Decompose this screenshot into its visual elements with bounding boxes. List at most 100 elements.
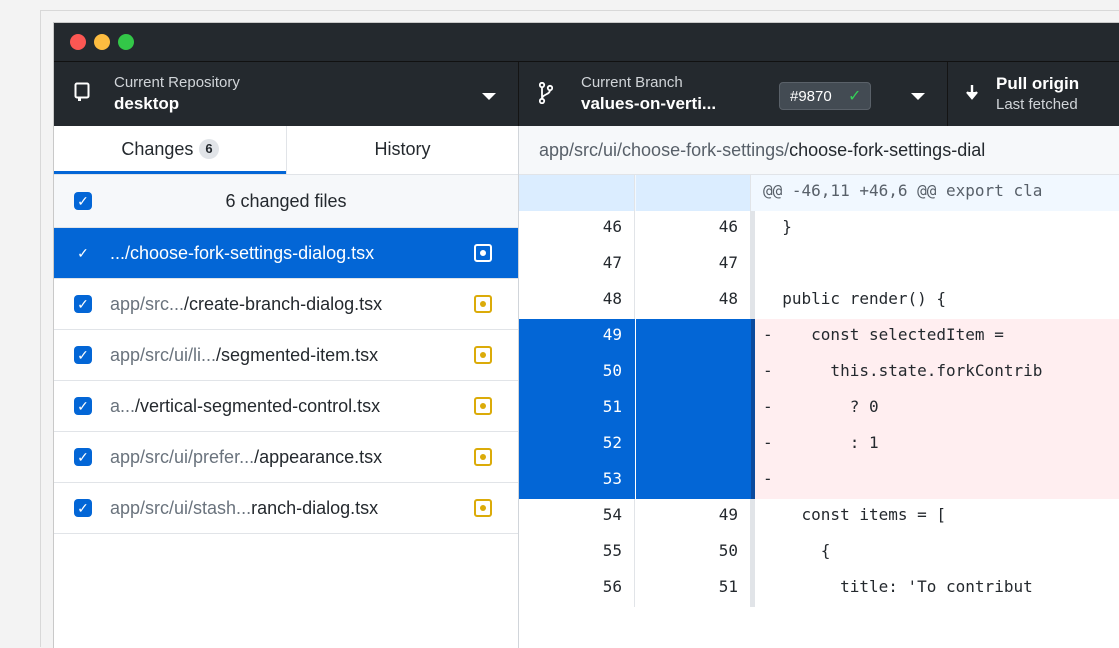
diff-line[interactable]: 50 - this.state.forkContrib xyxy=(519,355,1119,391)
changed-files-count: 6 changed files xyxy=(225,191,347,211)
diff-line[interactable]: 55 50 { xyxy=(519,535,1119,571)
current-repository-label: Current Repository xyxy=(114,74,240,91)
diff-line[interactable]: 51 - ? 0 xyxy=(519,391,1119,427)
old-line-number: 48 xyxy=(519,283,635,319)
file-row[interactable]: ✓ app/src.../create-branch-dialog.tsx xyxy=(54,279,518,330)
zoom-window-button[interactable] xyxy=(118,34,134,50)
diff-line[interactable]: 54 49 const items = [ xyxy=(519,499,1119,535)
old-line-number: 49 xyxy=(519,319,635,355)
new-line-number xyxy=(636,355,751,391)
diff-panel: app/src/ui/choose-fork-settings/choose-f… xyxy=(519,126,1119,648)
new-line-number xyxy=(636,319,751,355)
minimize-window-button[interactable] xyxy=(94,34,110,50)
old-line-number: 55 xyxy=(519,535,635,571)
code-text: - xyxy=(755,463,1119,499)
code-text: const items = [ xyxy=(763,505,947,524)
old-line-number: 46 xyxy=(519,211,635,247)
file-path: app/src.../create-branch-dialog.tsx xyxy=(110,294,383,314)
file-path-bar: app/src/ui/choose-fork-settings/choose-f… xyxy=(519,126,1119,175)
old-line-number: 52 xyxy=(519,427,635,463)
file-row[interactable]: ✓ app/src/ui/stash...ranch-dialog.tsx xyxy=(54,483,518,534)
branch-icon xyxy=(538,81,554,109)
file-row[interactable]: ✓ a.../vertical-segmented-control.tsx xyxy=(54,381,518,432)
current-repository-button[interactable]: Current Repository desktop xyxy=(54,62,519,126)
file-checkbox[interactable]: ✓ xyxy=(74,448,92,466)
file-row[interactable]: ✓ app/src/ui/li.../segmented-item.tsx xyxy=(54,330,518,381)
code-text: @@ -46,11 +46,6 @@ export cla xyxy=(763,181,1043,200)
modified-icon xyxy=(474,244,492,262)
pull-origin-title: Pull origin xyxy=(996,74,1080,93)
changes-count-badge: 6 xyxy=(199,139,219,159)
file-checkbox[interactable]: ✓ xyxy=(74,499,92,517)
new-line-number xyxy=(636,463,751,499)
modified-icon xyxy=(474,397,492,415)
title-bar xyxy=(54,23,1119,62)
old-line-number xyxy=(519,175,635,211)
diff-line[interactable]: 49 - const selectedItem = xyxy=(519,319,1119,355)
code-text: - : 1 xyxy=(755,427,1119,463)
code-text: - ? 0 xyxy=(755,391,1119,427)
toolbar: Current Repository desktop Current Branc… xyxy=(54,62,1119,126)
new-line-number: 46 xyxy=(636,211,751,247)
new-line-number: 48 xyxy=(636,283,751,319)
diff-line[interactable]: 47 47 xyxy=(519,247,1119,283)
code-text: - this.state.forkContrib xyxy=(755,355,1119,391)
file-checkbox[interactable]: ✓ xyxy=(74,295,92,313)
tab-changes[interactable]: Changes 6 xyxy=(54,126,286,174)
pull-origin-button[interactable]: Pull origin Last fetched xyxy=(948,62,1119,126)
changes-sidebar: Changes 6 History ✓ 6 changed files ✓ ...… xyxy=(54,126,519,648)
file-path: a.../vertical-segmented-control.tsx xyxy=(110,396,381,416)
last-fetched-label: Last fetched xyxy=(996,96,1078,113)
file-checkbox[interactable]: ✓ xyxy=(74,244,92,262)
pull-request-number: #9870 xyxy=(790,88,832,105)
new-line-number xyxy=(636,427,751,463)
new-line-number xyxy=(636,175,751,211)
file-path: .../choose-fork-settings-dialog.tsx xyxy=(110,243,375,263)
sidebar-tabs: Changes 6 History xyxy=(54,126,518,175)
code-text: { xyxy=(763,541,831,560)
old-line-number: 47 xyxy=(519,247,635,283)
modified-icon xyxy=(474,295,492,313)
old-line-number: 50 xyxy=(519,355,635,391)
new-line-number: 47 xyxy=(636,247,751,283)
current-repository-name: desktop xyxy=(114,94,180,113)
file-path: app/src/ui/prefer.../appearance.tsx xyxy=(110,447,383,467)
code-text: public render() { xyxy=(763,289,947,308)
close-window-button[interactable] xyxy=(70,34,86,50)
new-line-number: 49 xyxy=(636,499,751,535)
old-line-number: 56 xyxy=(519,571,635,607)
diff-file-path: app/src/ui/choose-fork-settings/choose-f… xyxy=(539,140,986,160)
code-text: - const selectedItem = xyxy=(755,319,1119,355)
current-branch-label: Current Branch xyxy=(581,74,683,91)
modified-icon xyxy=(474,346,492,364)
diff-view: @@ -46,11 +46,6 @@ export cla 46 46 } 47 47 4… xyxy=(519,175,1119,648)
file-row[interactable]: ✓ .../choose-fork-settings-dialog.tsx xyxy=(54,228,518,279)
pull-request-badge[interactable]: #9870 ✓ xyxy=(779,82,871,110)
diff-line[interactable]: 56 51 title: 'To contribut xyxy=(519,571,1119,607)
current-branch-button[interactable]: Current Branch values-on-verti... #9870 … xyxy=(519,62,948,126)
tab-history[interactable]: History xyxy=(286,126,518,174)
diff-line[interactable]: 52 - : 1 xyxy=(519,427,1119,463)
diff-line[interactable]: 53 - xyxy=(519,463,1119,499)
checks-passed-icon: ✓ xyxy=(848,88,862,105)
arrow-down-icon xyxy=(966,84,978,105)
tab-changes-label: Changes xyxy=(121,139,194,159)
file-checkbox[interactable]: ✓ xyxy=(74,346,92,364)
new-line-number: 51 xyxy=(636,571,751,607)
diff-line[interactable]: @@ -46,11 +46,6 @@ export cla xyxy=(519,175,1119,211)
github-desktop-window: Current Repository desktop Current Branc… xyxy=(53,22,1119,648)
file-checkbox[interactable]: ✓ xyxy=(74,397,92,415)
changed-files-header: ✓ 6 changed files xyxy=(54,175,518,228)
new-line-number xyxy=(636,391,751,427)
code-text: title: 'To contribut xyxy=(763,577,1033,596)
diff-line[interactable]: 48 48 public render() { xyxy=(519,283,1119,319)
file-path: app/src/ui/li.../segmented-item.tsx xyxy=(110,345,379,365)
modified-icon xyxy=(474,448,492,466)
chevron-down-icon xyxy=(911,93,925,100)
old-line-number: 54 xyxy=(519,499,635,535)
file-row[interactable]: ✓ app/src/ui/prefer.../appearance.tsx xyxy=(54,432,518,483)
repo-icon xyxy=(74,82,90,107)
diff-line[interactable]: 46 46 } xyxy=(519,211,1119,247)
tab-history-label: History xyxy=(374,139,431,159)
